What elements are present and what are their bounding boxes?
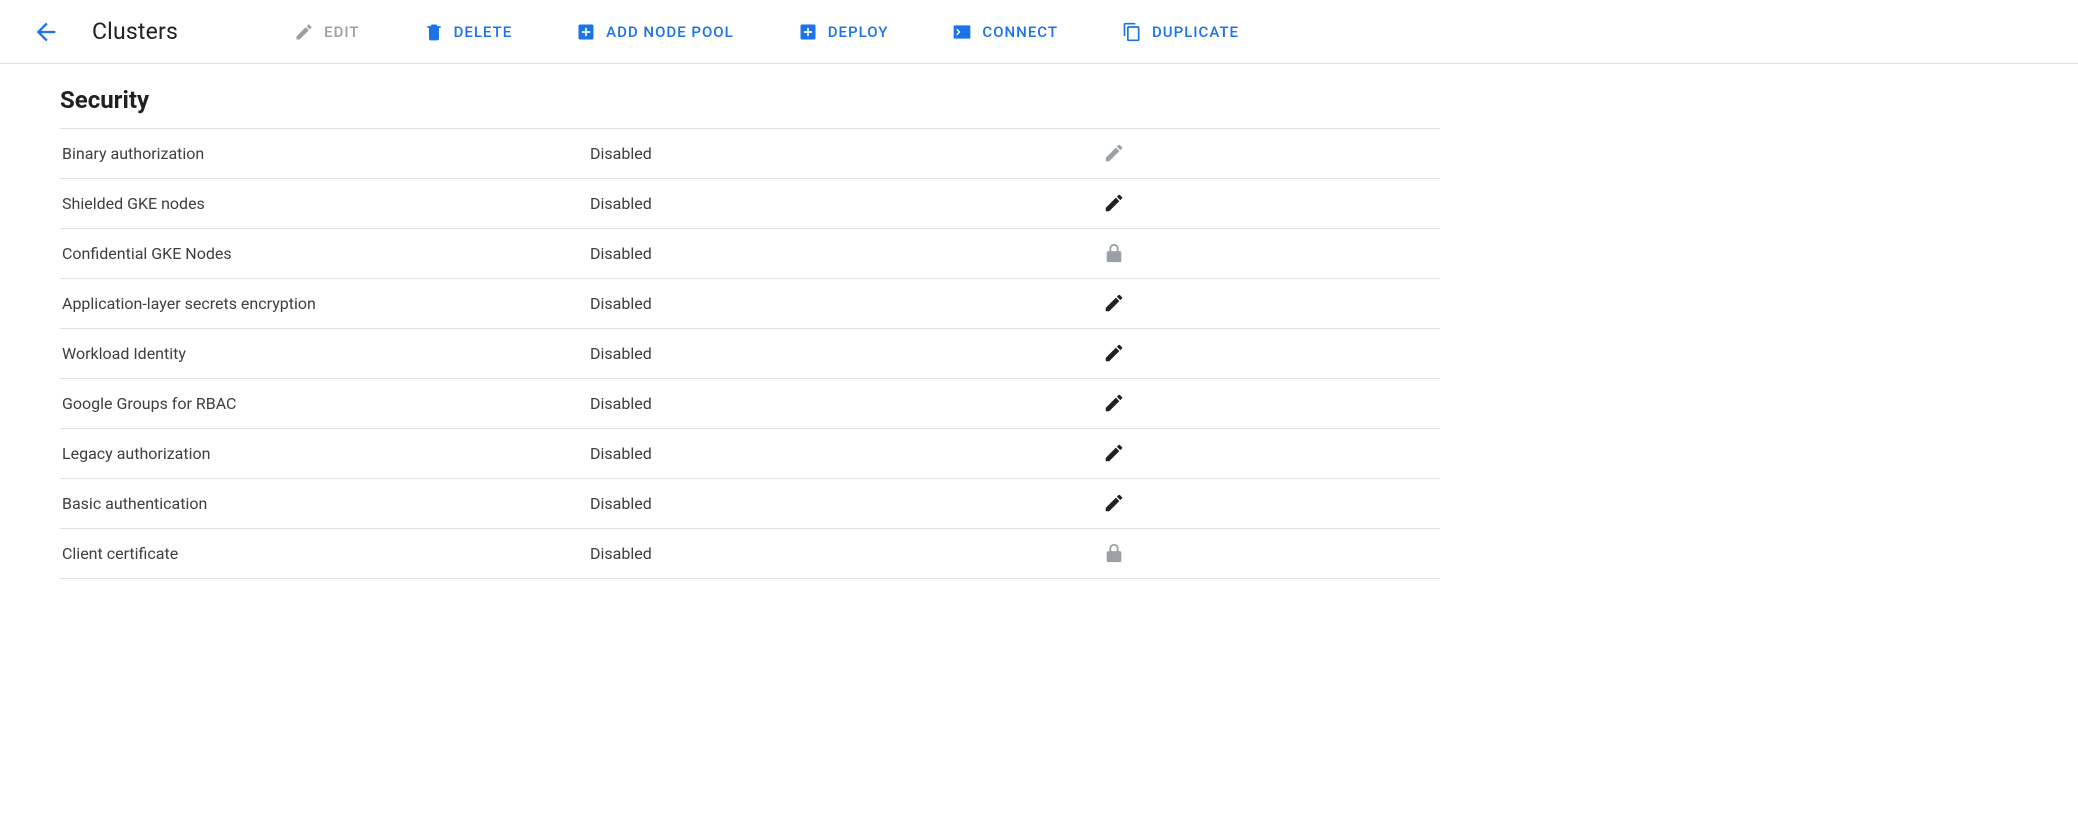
row-edit-button[interactable]: [1100, 339, 1128, 367]
row-value: Disabled: [590, 379, 1100, 429]
row-label: Shielded GKE nodes: [60, 179, 590, 229]
row-label: Basic authentication: [60, 479, 590, 529]
row-label: Google Groups for RBAC: [60, 379, 590, 429]
row-label: Workload Identity: [60, 329, 590, 379]
lock-icon: [1103, 542, 1125, 564]
table-row: Basic authenticationDisabled: [60, 479, 1440, 529]
row-edit-button[interactable]: [1100, 139, 1128, 167]
row-edit-button[interactable]: [1100, 289, 1128, 317]
connect-button-label: CONNECT: [982, 23, 1058, 41]
connect-button[interactable]: CONNECT: [934, 14, 1076, 50]
content: Security Binary authorizationDisabledShi…: [0, 64, 1480, 579]
deploy-button[interactable]: DEPLOY: [780, 14, 907, 50]
pencil-icon: [1103, 342, 1125, 364]
section-title: Security: [60, 86, 1440, 114]
deploy-button-label: DEPLOY: [828, 23, 889, 41]
lock-icon: [1103, 242, 1125, 264]
row-label: Application-layer secrets encryption: [60, 279, 590, 329]
table-row: Confidential GKE NodesDisabled: [60, 229, 1440, 279]
row-value: Disabled: [590, 279, 1100, 329]
table-row: Client certificateDisabled: [60, 529, 1440, 579]
pencil-icon: [1103, 142, 1125, 164]
row-value: Disabled: [590, 229, 1100, 279]
table-row: Google Groups for RBACDisabled: [60, 379, 1440, 429]
add-node-pool-button[interactable]: ADD NODE POOL: [558, 14, 752, 50]
table-row: Workload IdentityDisabled: [60, 329, 1440, 379]
copy-icon: [1122, 22, 1142, 42]
plus-box-icon: [798, 22, 818, 42]
row-value: Disabled: [590, 429, 1100, 479]
table-row: Legacy authorizationDisabled: [60, 429, 1440, 479]
row-edit-button[interactable]: [1100, 389, 1128, 417]
table-row: Binary authorizationDisabled: [60, 129, 1440, 179]
pencil-icon: [1103, 492, 1125, 514]
delete-button[interactable]: DELETE: [406, 14, 531, 50]
duplicate-button[interactable]: DUPLICATE: [1104, 14, 1257, 50]
duplicate-button-label: DUPLICATE: [1152, 23, 1239, 41]
pencil-icon: [1103, 442, 1125, 464]
row-edit-button[interactable]: [1100, 489, 1128, 517]
toolbar: Clusters EDIT DELETE ADD NODE POOL DEPLO…: [0, 0, 2078, 64]
trash-icon: [424, 22, 444, 42]
row-value: Disabled: [590, 129, 1100, 179]
row-label: Legacy authorization: [60, 429, 590, 479]
edit-button[interactable]: EDIT: [276, 14, 377, 50]
row-label: Confidential GKE Nodes: [60, 229, 590, 279]
row-locked-indicator: [1100, 539, 1128, 567]
pencil-icon: [1103, 292, 1125, 314]
pencil-icon: [294, 22, 314, 42]
row-value: Disabled: [590, 479, 1100, 529]
row-value: Disabled: [590, 179, 1100, 229]
back-button[interactable]: [28, 14, 64, 50]
security-table: Binary authorizationDisabledShielded GKE…: [60, 128, 1440, 579]
row-locked-indicator: [1100, 239, 1128, 267]
page-title: Clusters: [92, 18, 178, 45]
terminal-icon: [952, 22, 972, 42]
row-label: Client certificate: [60, 529, 590, 579]
pencil-icon: [1103, 392, 1125, 414]
plus-box-icon: [576, 22, 596, 42]
row-edit-button[interactable]: [1100, 189, 1128, 217]
table-row: Shielded GKE nodesDisabled: [60, 179, 1440, 229]
row-value: Disabled: [590, 529, 1100, 579]
table-row: Application-layer secrets encryptionDisa…: [60, 279, 1440, 329]
pencil-icon: [1103, 192, 1125, 214]
row-value: Disabled: [590, 329, 1100, 379]
add-node-pool-button-label: ADD NODE POOL: [606, 23, 734, 41]
delete-button-label: DELETE: [454, 23, 513, 41]
arrow-left-icon: [32, 18, 60, 46]
row-edit-button[interactable]: [1100, 439, 1128, 467]
edit-button-label: EDIT: [324, 23, 359, 41]
row-label: Binary authorization: [60, 129, 590, 179]
